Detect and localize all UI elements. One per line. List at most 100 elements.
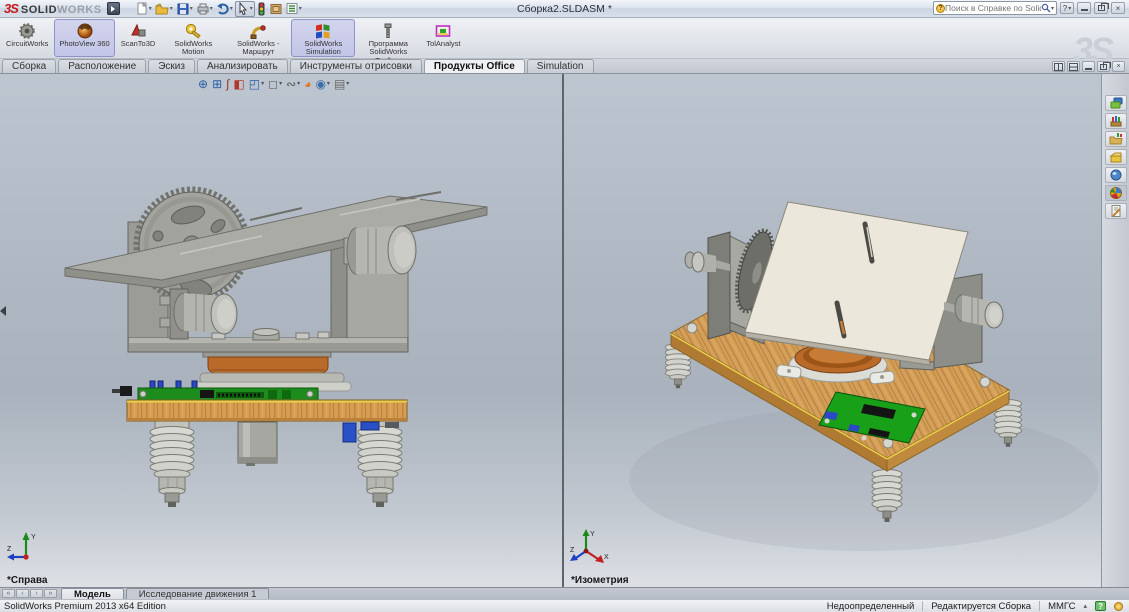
ribbon-button-photoview-360[interactable]: PhotoView 360 — [54, 19, 114, 57]
solidworks-window: 3S SOLIDWORKS ▾ ▾ ▾ ▾ ▾ ▾ ▾ Сбо — [0, 0, 1129, 612]
axis-y-label: Y — [31, 534, 36, 541]
split-view-horizontal-icon[interactable] — [1067, 61, 1080, 72]
menu-flyout-button[interactable] — [107, 2, 120, 15]
photoview-360-icon — [76, 22, 94, 40]
hide-show-items-icon[interactable]: ∾▾ — [286, 77, 300, 91]
ribbon-button-solidworks-motion[interactable]: SolidWorks Motion — [161, 19, 225, 57]
zoom-to-area-icon[interactable]: ⊞ — [212, 77, 222, 91]
quick-tips-icon[interactable]: ? — [1095, 601, 1106, 611]
close-button[interactable]: × — [1111, 2, 1125, 14]
rebuild-icon[interactable] — [256, 1, 267, 17]
select-icon[interactable]: ▾ — [235, 1, 255, 17]
tab-sketch[interactable]: Эскиз — [148, 59, 195, 73]
status-right-group: Недоопределенный Редактируется Сборка ММ… — [827, 601, 1129, 612]
save-icon[interactable]: ▾ — [175, 1, 194, 17]
nav-next-button[interactable]: › — [30, 589, 43, 598]
help-button[interactable]: ?▾ — [1060, 2, 1074, 14]
doc-minimize-button[interactable] — [1082, 61, 1095, 72]
command-manager-tabs: Сборка Расположение Эскиз Анализировать … — [0, 59, 1129, 74]
assembly-model-side-view[interactable] — [0, 74, 562, 587]
ribbon-button-label: SolidWorks - Маршрут — [231, 40, 285, 57]
tab-evaluate[interactable]: Анализировать — [197, 59, 288, 73]
units-label[interactable]: ММГС — [1048, 601, 1075, 612]
edit-appearance-icon[interactable] — [268, 1, 283, 17]
tab-render-tools[interactable]: Инструменты отрисовки — [290, 59, 422, 73]
minimize-button[interactable] — [1077, 2, 1091, 14]
ribbon-button-label: SolidWorks Simulation — [296, 40, 350, 57]
apply-scene-icon[interactable]: ◉▾ — [315, 77, 330, 91]
scanto3d-icon — [129, 22, 147, 40]
study-tabs-bar: « ‹ › » Модель Исследование движения 1 — [0, 587, 1129, 599]
tab-simulation[interactable]: Simulation — [527, 59, 594, 73]
search-options-arrow[interactable]: ▾ — [1051, 5, 1054, 12]
tab-model[interactable]: Модель — [61, 588, 124, 599]
units-dropdown-arrow[interactable]: ▴ — [1083, 602, 1087, 610]
ribbon-button-toolbox[interactable]: Программа SolidWorks Toolbox — [356, 19, 420, 57]
graphics-area: ⊕ ⊞ ∫ ◧ ◰▾ ◻▾ ∾▾ ◕ ◉▾ ▤▾ Y Z *С — [0, 74, 1129, 587]
orientation-triad: Y Z X — [570, 529, 610, 565]
search-icon — [1041, 3, 1051, 13]
viewport-isometric-view[interactable]: Y Z X *Изометрия — [564, 74, 1101, 587]
section-view-icon[interactable]: ◧ — [233, 77, 244, 91]
help-search-box[interactable]: ? ▾ — [933, 1, 1057, 15]
orientation-triad: Y Z — [6, 531, 42, 565]
options-icon[interactable]: ▾ — [284, 1, 303, 17]
ribbon-button-solidworks-simulation[interactable]: SolidWorks Simulation — [291, 19, 355, 57]
search-input[interactable] — [945, 3, 1041, 13]
solidworks-resources-icon[interactable] — [1105, 95, 1127, 111]
view-settings-icon[interactable]: ▤▾ — [334, 77, 349, 91]
doc-close-button[interactable]: × — [1112, 61, 1125, 72]
open-icon[interactable]: ▾ — [154, 1, 174, 17]
appearances-icon[interactable] — [1105, 167, 1127, 183]
ribbon-button-label: ScanTo3D — [121, 40, 156, 48]
tab-motion-study-1[interactable]: Исследование движения 1 — [126, 588, 270, 599]
file-explorer-icon[interactable] — [1105, 131, 1127, 147]
zoom-to-fit-icon[interactable]: ⊕ — [198, 77, 208, 91]
axis-z-label: Z — [570, 547, 575, 554]
assembly-model-isometric-view[interactable] — [564, 74, 1101, 587]
design-library-icon[interactable] — [1105, 113, 1127, 129]
ribbon-button-tolanalyst[interactable]: TolAnalyst — [421, 19, 465, 57]
ribbon-button-circuitworks[interactable]: CircuitWorks — [1, 19, 53, 57]
new-document-icon[interactable]: ▾ — [134, 1, 153, 17]
nav-last-button[interactable]: » — [44, 589, 57, 598]
ribbon-button-solidworks-route[interactable]: SolidWorks - Маршрут — [226, 19, 290, 57]
status-separator — [922, 601, 923, 611]
view-palette-icon[interactable] — [1105, 149, 1127, 165]
previous-view-icon[interactable]: ∫ — [226, 77, 229, 91]
solidworks-logo-icon: 3S — [4, 1, 18, 16]
nav-first-button[interactable]: « — [2, 589, 15, 598]
document-title: Сборка2.SLDASM * — [517, 3, 612, 15]
ribbon-button-scanto3d[interactable]: ScanTo3D — [116, 19, 161, 57]
display-style-icon[interactable]: ◻▾ — [268, 77, 282, 91]
nav-previous-button[interactable]: ‹ — [16, 589, 29, 598]
featuremanager-flyout-arrow[interactable] — [0, 306, 6, 316]
addins-ribbon: CircuitWorks PhotoView 360 ScanTo3D Soli… — [0, 18, 1129, 59]
print-icon[interactable]: ▾ — [195, 1, 214, 17]
scenes-icon[interactable] — [1105, 185, 1127, 201]
tag-icon[interactable] — [1114, 602, 1123, 611]
tab-office-products[interactable]: Продукты Office — [424, 59, 525, 73]
ribbon-button-label: TolAnalyst — [426, 40, 460, 48]
tab-layout[interactable]: Расположение — [58, 59, 146, 73]
solidworks-motion-icon — [184, 22, 202, 40]
editing-mode-label: Редактируется Сборка — [931, 601, 1031, 612]
split-view-icon[interactable] — [1052, 61, 1065, 72]
minimize-icon — [1081, 9, 1088, 11]
ribbon-button-label: CircuitWorks — [6, 40, 48, 48]
custom-properties-icon[interactable] — [1105, 203, 1127, 219]
restore-icon — [1098, 5, 1105, 11]
doc-restore-button[interactable] — [1097, 61, 1110, 72]
study-tab-navigation: « ‹ › » — [2, 589, 57, 598]
status-bar: SolidWorks Premium 2013 x64 Edition Недо… — [0, 599, 1129, 612]
view-orientation-icon[interactable]: ◰▾ — [249, 77, 264, 91]
quick-access-toolbar: ▾ ▾ ▾ ▾ ▾ ▾ ▾ — [134, 1, 303, 17]
viewport-right-view[interactable]: ⊕ ⊞ ∫ ◧ ◰▾ ◻▾ ∾▾ ◕ ◉▾ ▤▾ Y Z *С — [0, 74, 562, 587]
status-separator — [1039, 601, 1040, 611]
document-window-controls: × — [1052, 61, 1125, 72]
tab-assembly[interactable]: Сборка — [2, 59, 56, 73]
undo-icon[interactable]: ▾ — [215, 1, 234, 17]
restore-button[interactable] — [1094, 2, 1108, 14]
edit-appearance-icon[interactable]: ◕ — [304, 77, 311, 91]
ribbon-button-label: SolidWorks Motion — [166, 40, 220, 57]
